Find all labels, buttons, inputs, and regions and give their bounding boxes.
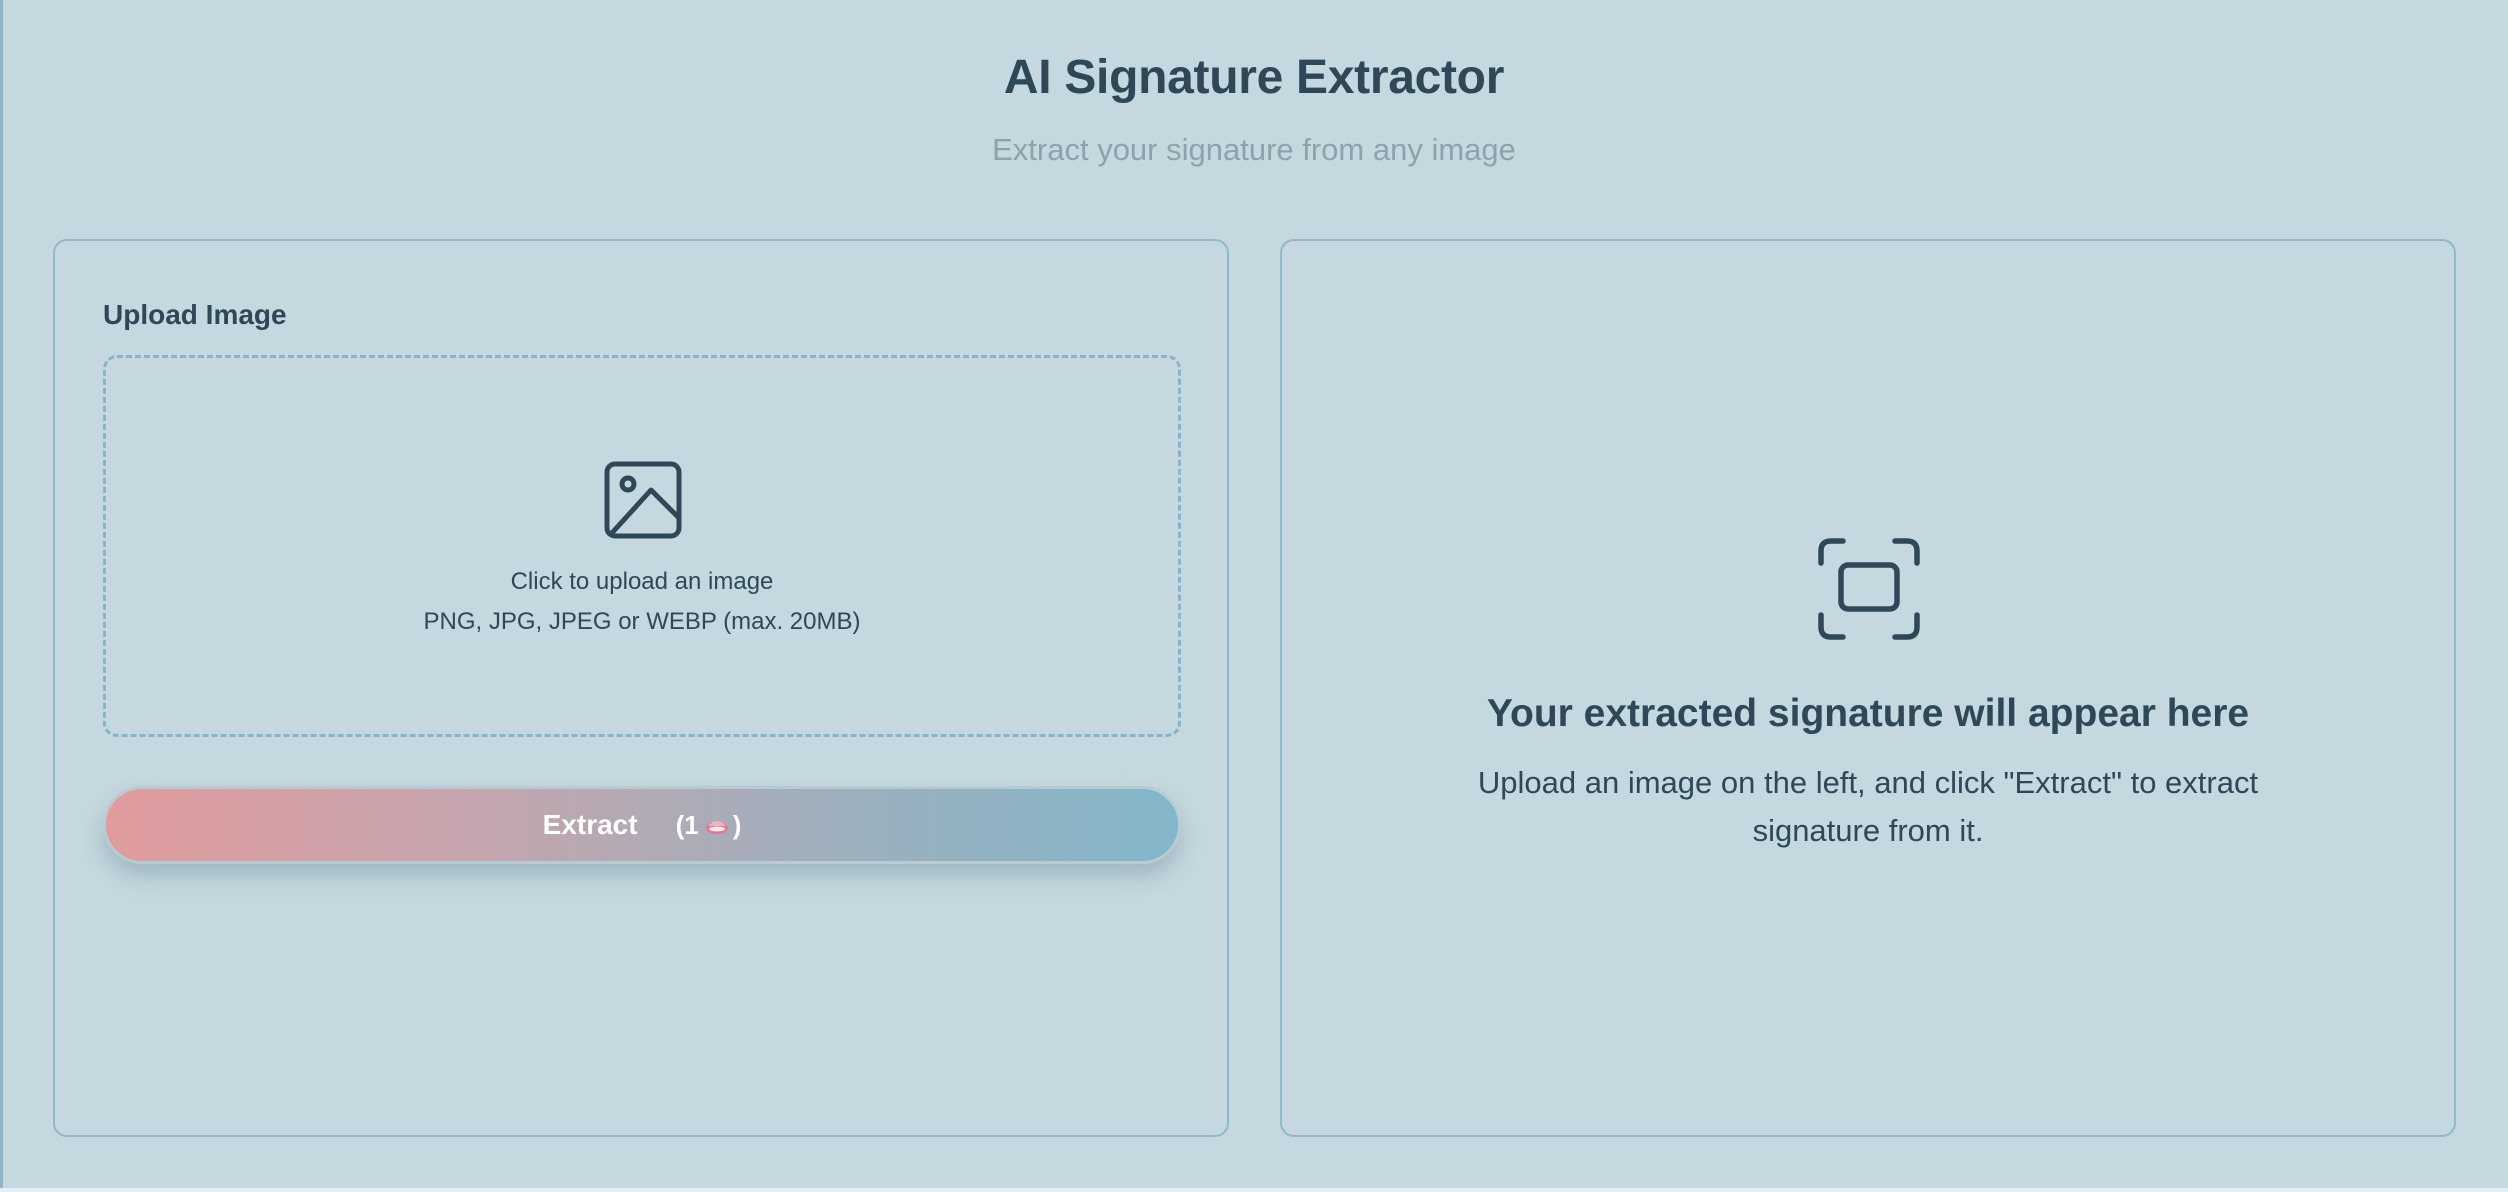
- image-icon: [604, 461, 682, 539]
- result-placeholder-description: Upload an image on the left, and click "…: [1477, 765, 2259, 848]
- dropzone-formats: PNG, JPG, JPEG or WEBP (max. 20MB): [423, 608, 861, 635]
- left-border: [0, 0, 3, 1192]
- upload-panel: Upload Image Click to upload an image PN…: [53, 239, 1229, 1137]
- page-subtitle: Extract your signature from any image: [992, 132, 1516, 167]
- result-panel: Your extracted signature will appear her…: [1280, 239, 2456, 1137]
- upload-dropzone[interactable]: Click to upload an image PNG, JPG, JPEG …: [103, 355, 1181, 737]
- credit-close: ): [732, 809, 742, 840]
- page-title: AI Signature Extractor: [1003, 51, 1505, 104]
- dropzone-instruction: Click to upload an image: [510, 568, 774, 595]
- result-placeholder-title: Your extracted signature will appear her…: [1486, 692, 2250, 735]
- frame-corners-icon: [1818, 538, 1920, 640]
- extract-button[interactable]: Extract (1 ): [103, 786, 1181, 864]
- credit-cost: (1 ): [676, 810, 742, 841]
- bottom-strip: [0, 1188, 2508, 1192]
- upload-label: Upload Image: [103, 299, 287, 330]
- extract-button-label: Extract: [542, 809, 638, 840]
- credit-open: (1: [675, 809, 699, 840]
- credit-gem-icon: [705, 821, 728, 834]
